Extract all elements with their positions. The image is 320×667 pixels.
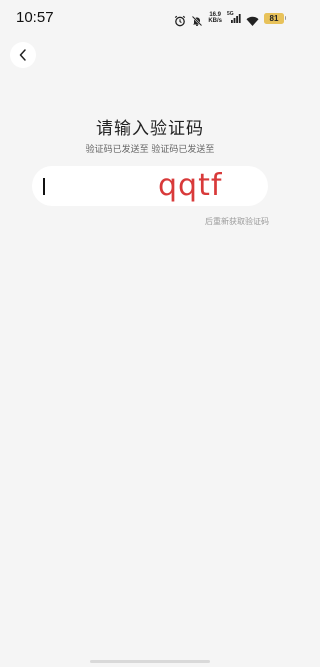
- back-button[interactable]: [10, 42, 36, 68]
- sent-to-text: 验证码已发送至 验证码已发送至: [85, 145, 215, 155]
- text-cursor: [43, 178, 45, 195]
- page-title: 请输入验证码: [96, 119, 204, 139]
- status-time: 10:57: [16, 9, 54, 26]
- status-bar: 10:57 16.9 KB/s 5G 81: [0, 0, 300, 36]
- verification-code-input[interactable]: [32, 166, 268, 206]
- battery-icon: 81: [264, 12, 286, 24]
- network-speed-unit: KB/s: [208, 18, 222, 24]
- signal-icon: 5G: [227, 11, 241, 24]
- battery-level: 81: [269, 13, 279, 23]
- home-indicator: [90, 660, 210, 663]
- mute-icon: [191, 12, 203, 27]
- resend-code-link[interactable]: 后重新获取验证码: [205, 216, 269, 227]
- wifi-icon: [246, 12, 259, 26]
- status-icons: 16.9 KB/s 5G 81: [174, 10, 286, 27]
- captcha-overlay-text: qqtf: [158, 168, 223, 203]
- verification-screen: 10:57 16.9 KB/s 5G 81 请输入验证码 验证码已发送至 验证码…: [0, 0, 300, 667]
- network-speed: 16.9 KB/s: [208, 12, 222, 24]
- chevron-left-icon: [18, 46, 28, 65]
- alarm-icon: [174, 12, 186, 27]
